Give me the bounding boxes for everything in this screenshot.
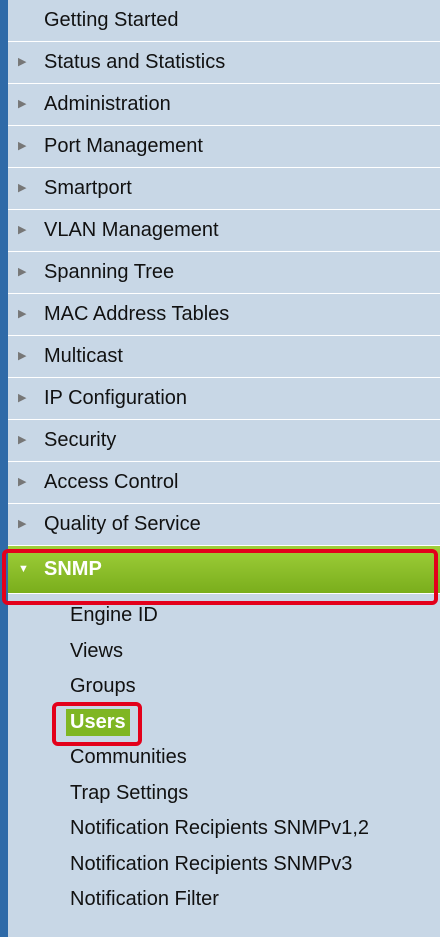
nav-item-label: Getting Started <box>44 9 179 31</box>
triangle-right-icon[interactable]: ▶ <box>18 141 30 152</box>
subnav-item-label: Groups <box>70 675 136 698</box>
nav-item-label: IP Configuration <box>44 387 188 409</box>
triangle-right-icon[interactable]: ▶ <box>18 351 30 362</box>
nav-item-mac-address-tables[interactable]: ▶ MAC Address Tables <box>8 294 440 336</box>
subnav-item-groups[interactable]: Groups <box>8 669 440 705</box>
nav-item-snmp[interactable]: ▼ SNMP <box>8 546 440 594</box>
triangle-right-icon[interactable]: ▶ <box>18 393 30 404</box>
subnav-item-users[interactable]: Users <box>8 705 440 741</box>
subnav-item-communities[interactable]: Communities <box>8 740 440 776</box>
nav-item-vlan-management[interactable]: ▶ VLAN Management <box>8 210 440 252</box>
subnav-item-engine-id[interactable]: Engine ID <box>8 598 440 634</box>
nav-item-security[interactable]: ▶ Security <box>8 420 440 462</box>
subnav-item-label: Users <box>66 708 130 736</box>
nav-item-label: Spanning Tree <box>44 261 175 283</box>
nav-item-quality-of-service[interactable]: ▶ Quality of Service <box>8 504 440 546</box>
nav-item-status-and-statistics[interactable]: ▶ Status and Statistics <box>8 42 440 84</box>
subnav-item-views[interactable]: Views <box>8 634 440 670</box>
subnav-item-label: Trap Settings <box>70 781 189 804</box>
nav-item-administration[interactable]: ▶ Administration <box>8 84 440 126</box>
triangle-right-icon[interactable]: ▶ <box>18 57 30 68</box>
subnav-item-label: Notification Recipients SNMPv1,2 <box>70 817 370 840</box>
nav-item-label: VLAN Management <box>44 219 219 241</box>
subnav-item-trap-settings[interactable]: Trap Settings <box>8 776 440 812</box>
triangle-right-icon[interactable]: ▶ <box>18 225 30 236</box>
triangle-right-icon[interactable]: ▶ <box>18 267 30 278</box>
triangle-right-icon[interactable]: ▶ <box>18 477 30 488</box>
subnav-item-label: Notification Filter <box>70 888 219 911</box>
triangle-down-icon[interactable]: ▼ <box>18 564 30 575</box>
triangle-right-icon[interactable]: ▶ <box>18 309 30 320</box>
nav-item-label: Quality of Service <box>44 513 201 535</box>
nav-item-label: Status and Statistics <box>44 51 226 73</box>
sidebar-nav: ▶ Getting Started ▶ Status and Statistic… <box>0 0 440 937</box>
nav-item-port-management[interactable]: ▶ Port Management <box>8 126 440 168</box>
nav-item-label: Administration <box>44 93 171 115</box>
nav-item-label: MAC Address Tables <box>44 303 230 325</box>
nav-item-label: SNMP <box>44 558 102 580</box>
nav-item-ip-configuration[interactable]: ▶ IP Configuration <box>8 378 440 420</box>
nav-item-label: Port Management <box>44 135 203 157</box>
subnav-item-notification-recipients-snmpv12[interactable]: Notification Recipients SNMPv1,2 <box>8 811 440 847</box>
subnav-item-label: Notification Recipients SNMPv3 <box>70 852 353 875</box>
nav-item-label: Access Control <box>44 471 179 493</box>
nav-item-label: Security <box>44 429 117 451</box>
subnav-item-notification-recipients-snmpv3[interactable]: Notification Recipients SNMPv3 <box>8 847 440 883</box>
triangle-right-icon[interactable]: ▶ <box>18 519 30 530</box>
nav-item-getting-started[interactable]: ▶ Getting Started <box>8 0 440 42</box>
nav-item-smartport[interactable]: ▶ Smartport <box>8 168 440 210</box>
nav-item-access-control[interactable]: ▶ Access Control <box>8 462 440 504</box>
nav-item-multicast[interactable]: ▶ Multicast <box>8 336 440 378</box>
nav-item-spanning-tree[interactable]: ▶ Spanning Tree <box>8 252 440 294</box>
triangle-right-icon[interactable]: ▶ <box>18 435 30 446</box>
nav-item-label: Smartport <box>44 177 132 199</box>
snmp-submenu: Engine ID Views Groups Users Communities… <box>8 594 440 918</box>
triangle-right-icon[interactable]: ▶ <box>18 183 30 194</box>
nav-item-label: Multicast <box>44 345 123 367</box>
subnav-item-label: Engine ID <box>70 604 158 627</box>
triangle-right-icon[interactable]: ▶ <box>18 99 30 110</box>
subnav-item-label: Communities <box>70 746 187 769</box>
subnav-item-notification-filter[interactable]: Notification Filter <box>8 882 440 918</box>
subnav-item-label: Views <box>70 639 123 662</box>
